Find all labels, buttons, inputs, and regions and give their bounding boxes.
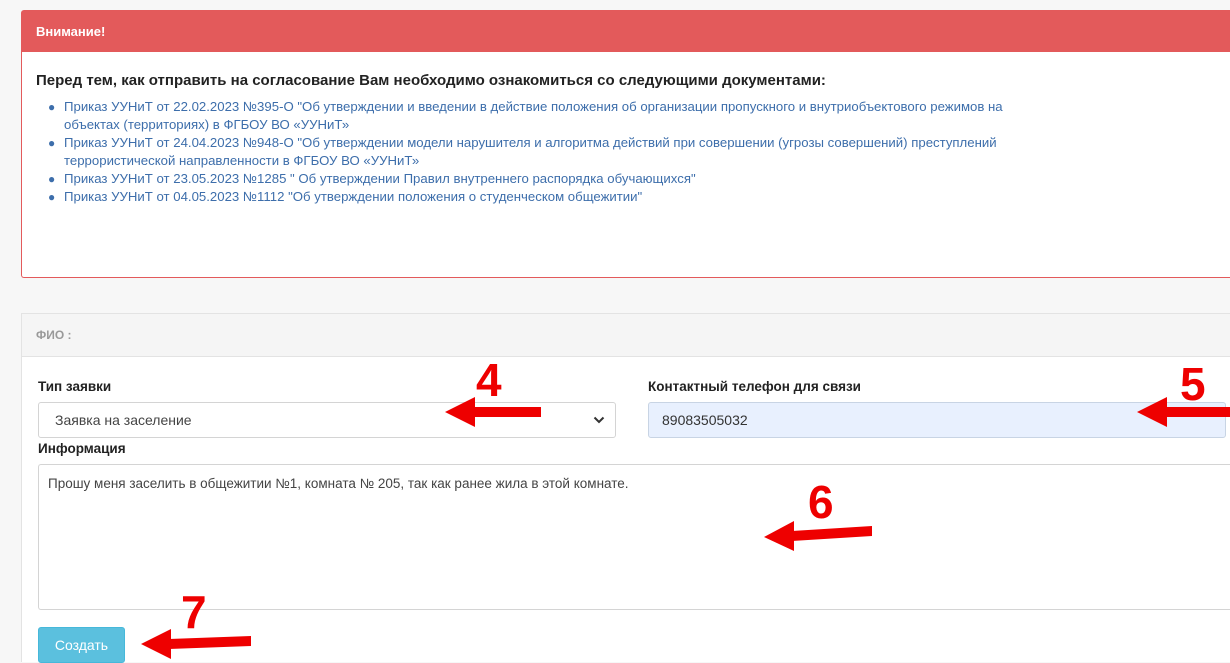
document-link-2[interactable]: Приказ УУНиТ от 24.04.2023 №948-О "Об ут… bbox=[64, 134, 1216, 170]
list-item: ● Приказ УУНиТ от 23.05.2023 №1285 " Об … bbox=[48, 170, 1216, 188]
bullet-icon: ● bbox=[48, 172, 56, 186]
request-type-label: Тип заявки bbox=[38, 379, 112, 394]
phone-label: Контактный телефон для связи bbox=[648, 379, 861, 394]
document-link-3[interactable]: Приказ УУНиТ от 23.05.2023 №1285 " Об ут… bbox=[64, 170, 1216, 188]
bullet-icon: ● bbox=[48, 136, 56, 150]
alert-body: Перед тем, как отправить на согласование… bbox=[22, 72, 1230, 206]
request-type-selected-value: Заявка на заселение bbox=[55, 412, 192, 428]
bullet-icon: ● bbox=[48, 100, 56, 114]
alert-intro-text: Перед тем, как отправить на согласование… bbox=[36, 72, 826, 89]
red-arrow-icon bbox=[141, 629, 251, 659]
list-item: ● Приказ УУНиТ от 04.05.2023 №1112 "Об у… bbox=[48, 188, 1216, 206]
bullet-icon: ● bbox=[48, 190, 56, 204]
alert-title: Внимание! bbox=[22, 11, 1230, 52]
info-textarea[interactable]: Прошу меня заселить в общежитии №1, комн… bbox=[38, 464, 1230, 610]
document-link-1[interactable]: Приказ УУНиТ от 22.02.2023 №395-О "Об ут… bbox=[64, 98, 1216, 134]
red-arrow-icon bbox=[1137, 397, 1230, 427]
red-arrow-icon bbox=[764, 521, 872, 551]
warning-alert-panel: Внимание! Перед тем, как отправить на со… bbox=[21, 10, 1230, 278]
list-item: ● Приказ УУНиТ от 22.02.2023 №395-О "Об … bbox=[48, 98, 1216, 134]
list-item: ● Приказ УУНиТ от 24.04.2023 №948-О "Об … bbox=[48, 134, 1216, 170]
red-arrow-icon bbox=[445, 397, 541, 427]
chevron-down-icon bbox=[593, 416, 605, 424]
document-link-4[interactable]: Приказ УУНиТ от 04.05.2023 №1112 "Об утв… bbox=[64, 188, 1216, 206]
create-button[interactable]: Создать bbox=[38, 627, 125, 663]
form-header-fio: ФИО : bbox=[22, 314, 1230, 357]
documents-list: ● Приказ УУНиТ от 22.02.2023 №395-О "Об … bbox=[36, 98, 1216, 206]
info-label: Информация bbox=[38, 441, 126, 456]
